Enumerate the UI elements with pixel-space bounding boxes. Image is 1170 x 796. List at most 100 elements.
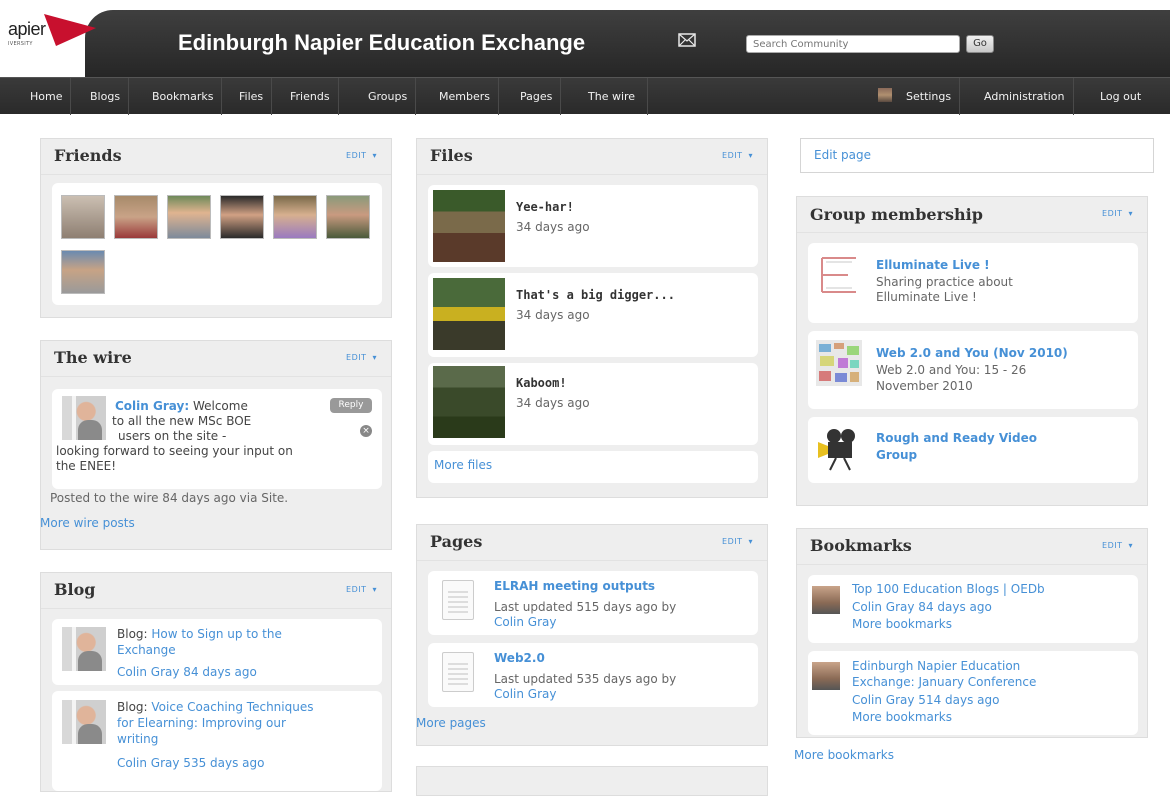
bookmark-title-link-cont[interactable]: Exchange: January Conference <box>852 674 1036 690</box>
friend-avatar[interactable] <box>273 195 317 239</box>
file-thumbnail[interactable] <box>433 190 505 262</box>
wire-post-line: Colin Gray: Welcome <box>115 398 248 414</box>
nav-home[interactable]: Home <box>22 78 72 115</box>
bookmark-title-link[interactable]: Top 100 Education Blogs | OEDb <box>852 581 1045 597</box>
edit-page-link[interactable]: Edit page <box>814 148 871 162</box>
page-document-icon <box>442 580 474 620</box>
groups-edit-button[interactable]: EDIT ▾ <box>1102 209 1133 218</box>
blog-author-avatar[interactable] <box>62 700 106 744</box>
nav-files[interactable]: Files <box>231 78 273 115</box>
page-title-link[interactable]: Web2.0 <box>494 650 545 666</box>
nav-pages[interactable]: Pages <box>512 78 562 115</box>
caret-down-icon: ▾ <box>372 151 377 160</box>
nav-friends[interactable]: Friends <box>282 78 339 115</box>
more-pages-link[interactable]: More pages <box>416 716 486 730</box>
pages-edit-button[interactable]: EDIT ▾ <box>722 537 753 546</box>
friend-avatar[interactable] <box>326 195 370 239</box>
more-files-link[interactable]: More files <box>434 458 492 472</box>
nav-administration[interactable]: Administration <box>976 78 1074 115</box>
blog-item-title: Blog: How to Sign up to the <box>117 626 282 642</box>
page-title-link[interactable]: ELRAH meeting outputs <box>494 578 655 594</box>
bookmark-author-avatar[interactable] <box>812 586 840 614</box>
bookmark-author-avatar[interactable] <box>812 662 840 690</box>
friend-avatar[interactable] <box>61 195 105 239</box>
nav-the-wire[interactable]: The wire <box>580 78 649 115</box>
page-author-link[interactable]: Colin Gray <box>494 686 557 702</box>
bookmarks-edit-button[interactable]: EDIT ▾ <box>1102 541 1133 550</box>
blog-post-link-cont[interactable]: for Elearning: Improving our <box>117 715 286 731</box>
wire-text-2: to all the new MSc BOE <box>112 414 252 428</box>
search-input[interactable] <box>746 35 960 53</box>
video-camera-icon[interactable] <box>816 426 862 472</box>
search-go-button[interactable]: Go <box>966 35 994 53</box>
wire-header: The wire EDIT ▾ <box>41 341 391 377</box>
blog-prefix: Blog: <box>117 627 148 641</box>
user-avatar-icon[interactable] <box>878 88 892 102</box>
file-name[interactable]: Yee-har! <box>516 200 574 214</box>
caret-down-icon: ▾ <box>1128 541 1133 550</box>
more-bookmarks-link[interactable]: More bookmarks <box>852 709 952 725</box>
more-bookmarks-footer-link[interactable]: More bookmarks <box>794 748 894 762</box>
edit-page-box[interactable]: Edit page <box>800 138 1154 173</box>
bookmarks-title: Bookmarks <box>810 536 912 555</box>
wire-author-avatar[interactable] <box>62 396 106 440</box>
friend-avatar[interactable] <box>61 250 105 294</box>
bookmark-title-link[interactable]: Edinburgh Napier Education <box>852 658 1020 674</box>
edit-label: EDIT <box>346 151 367 160</box>
group-name-link[interactable]: Web 2.0 and You (Nov 2010) <box>876 345 1068 361</box>
friends-edit-button[interactable]: EDIT ▾ <box>346 151 377 160</box>
edit-label: EDIT <box>1102 541 1123 550</box>
group-desc: November 2010 <box>876 379 973 393</box>
pages-title: Pages <box>430 532 483 551</box>
page-author-link[interactable]: Colin Gray <box>494 614 557 630</box>
group-name-link-cont[interactable]: Group <box>876 447 917 463</box>
file-name[interactable]: Kaboom! <box>516 376 567 390</box>
blog-edit-button[interactable]: EDIT ▾ <box>346 585 377 594</box>
blog-post-link[interactable]: How to Sign up to the <box>151 627 281 641</box>
more-bookmarks-link[interactable]: More bookmarks <box>852 616 952 632</box>
file-thumbnail[interactable] <box>433 278 505 350</box>
elluminate-logo-icon[interactable] <box>816 252 862 298</box>
nav-settings[interactable]: Settings <box>898 78 961 115</box>
file-date: 34 days ago <box>516 308 590 322</box>
file-name[interactable]: That's a big digger... <box>516 288 675 302</box>
blog-post-link-cont[interactable]: writing <box>117 731 158 747</box>
friend-avatar[interactable] <box>220 195 264 239</box>
edit-label: EDIT <box>346 585 367 594</box>
caret-down-icon: ▾ <box>372 585 377 594</box>
site-title[interactable]: Edinburgh Napier Education Exchange <box>178 30 585 56</box>
main-nav: Home Blogs Bookmarks Files Friends Group… <box>0 77 1170 115</box>
more-wire-posts-link[interactable]: More wire posts <box>40 516 135 530</box>
blog-author-avatar[interactable] <box>62 627 106 671</box>
nav-groups[interactable]: Groups <box>360 78 417 115</box>
caret-down-icon: ▾ <box>372 353 377 362</box>
blog-post-link[interactable]: Voice Coaching Techniques <box>151 700 313 714</box>
friend-avatar[interactable] <box>114 195 158 239</box>
next-widget-partial <box>416 766 768 796</box>
wire-text-4: looking forward to seeing your input on <box>56 444 293 458</box>
nav-blogs[interactable]: Blogs <box>82 78 130 115</box>
nav-bookmarks[interactable]: Bookmarks <box>144 78 223 115</box>
nav-log-out[interactable]: Log out <box>1092 78 1149 115</box>
group-name-link[interactable]: Elluminate Live ! <box>876 257 990 273</box>
blog-post-link-cont[interactable]: Exchange <box>117 642 176 658</box>
groups-header: Group membership EDIT ▾ <box>797 197 1147 233</box>
group-desc: Elluminate Live ! <box>876 290 977 304</box>
wire-edit-button[interactable]: EDIT ▾ <box>346 353 377 362</box>
group-name-link[interactable]: Rough and Ready Video <box>876 430 1037 446</box>
file-thumbnail[interactable] <box>433 366 505 438</box>
page-meta: Last updated 515 days ago by <box>494 600 677 614</box>
friends-header: Friends EDIT ▾ <box>41 139 391 175</box>
wire-author-link[interactable]: Colin Gray: <box>115 399 189 413</box>
files-edit-button[interactable]: EDIT ▾ <box>722 151 753 160</box>
mail-icon[interactable] <box>678 33 696 47</box>
edit-label: EDIT <box>1102 209 1123 218</box>
wire-reply-button[interactable]: Reply <box>330 398 372 413</box>
edit-label: EDIT <box>722 151 743 160</box>
files-header: Files EDIT ▾ <box>417 139 767 175</box>
friend-avatar[interactable] <box>167 195 211 239</box>
web20-collage-icon[interactable] <box>816 340 862 386</box>
bookmark-meta: Colin Gray 514 days ago <box>852 693 1000 707</box>
delete-post-icon[interactable]: × <box>360 425 372 437</box>
nav-members[interactable]: Members <box>431 78 499 115</box>
